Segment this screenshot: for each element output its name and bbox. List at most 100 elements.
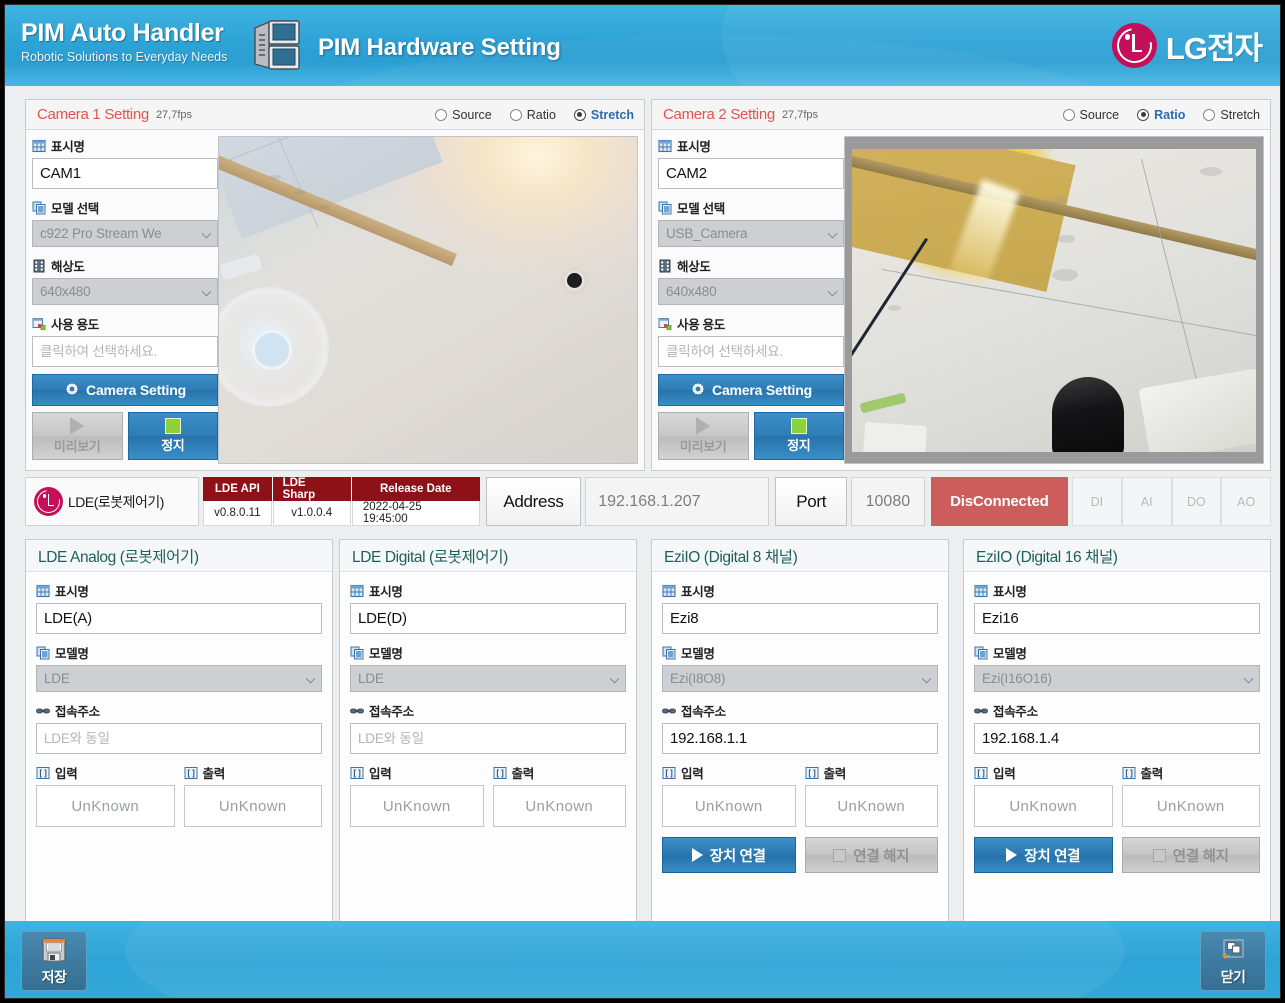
- camera-2-purpose-input[interactable]: 클릭하여 선택하세요.: [658, 336, 844, 367]
- camera-1-display-name-input[interactable]: CAM1: [32, 158, 218, 189]
- eziio-16-input-value: UnKnown: [974, 785, 1113, 827]
- camera-1-purpose-input[interactable]: 클릭하여 선택하세요.: [32, 336, 218, 367]
- eziio-8-address-input[interactable]: 192.168.1.1: [662, 723, 938, 754]
- brand-subtitle: Robotic Solutions to Everyday Needs: [21, 50, 228, 64]
- ai-button[interactable]: AI: [1121, 477, 1172, 526]
- brackets-icon: []: [1122, 766, 1135, 779]
- camera-2-video-frame: [852, 148, 1256, 452]
- button-label: 장치 연결: [1024, 848, 1081, 865]
- radio-label: Stretch: [590, 107, 634, 122]
- copy-icon: [32, 201, 46, 214]
- camera-2-stop-button[interactable]: 정지: [753, 412, 844, 460]
- eziio-16-disconnect-button[interactable]: 연결 해지: [1121, 837, 1260, 873]
- ceiling-sensor: [567, 273, 582, 288]
- chevron-down-icon: [609, 673, 620, 684]
- camera-1-panel: Camera 1 Setting 27,7fps Source Ratio St…: [25, 99, 645, 471]
- eziio-8-display-name-input[interactable]: Ezi8: [662, 603, 938, 634]
- camera-1-setting-button[interactable]: Camera Setting: [32, 374, 218, 406]
- eziio-16-title: EziIO (Digital 16 채널): [964, 540, 1270, 572]
- camera-2-preview[interactable]: [844, 136, 1264, 464]
- lde-digital-io-values: UnKnown UnKnown: [350, 785, 626, 827]
- lde-analog-display-name-input[interactable]: LDE(A): [36, 603, 322, 634]
- eziio-8-disconnect-button[interactable]: 연결 해지: [804, 837, 938, 873]
- eziio-8-connect-button[interactable]: 장치 연결: [662, 837, 796, 873]
- connection-status-button[interactable]: DisConnected: [930, 477, 1069, 526]
- camera-2-form: 표시명 CAM2 모델 선택 USB_Camera 해상도 640x480 사용…: [658, 136, 844, 460]
- eziio-16-model-select[interactable]: Ezi(I16O16): [974, 665, 1260, 692]
- camera-2-model-select[interactable]: USB_Camera: [658, 220, 844, 247]
- camera-2-display-name-input[interactable]: CAM2: [658, 158, 844, 189]
- eziio-16-body: 표시명 Ezi16 모델명 Ezi(I16O16) 접속주소 192.168.1…: [964, 572, 1270, 873]
- lde-analog-address-input[interactable]: LDE와 동일: [36, 723, 322, 754]
- camera-2-radio-stretch[interactable]: Stretch: [1203, 108, 1260, 122]
- filmstrip-icon: [33, 259, 45, 272]
- camera-2-radio-ratio[interactable]: Ratio: [1137, 108, 1185, 122]
- address-button[interactable]: Address: [485, 477, 582, 526]
- eziio-8-model-select[interactable]: Ezi(I8O8): [662, 665, 938, 692]
- eziio-16-connect-button[interactable]: 장치 연결: [974, 837, 1113, 873]
- dark-object: [1052, 376, 1124, 452]
- di-button[interactable]: DI: [1072, 477, 1122, 526]
- select-value: USB_Camera: [666, 226, 748, 241]
- camera-1-resolution-select[interactable]: 640x480: [32, 278, 218, 305]
- lde-digital-io-labels: [] 입력 [] 출력: [350, 763, 626, 785]
- label-text: 입력: [369, 767, 392, 781]
- radio-label: Ratio: [1154, 107, 1186, 122]
- eziio-16-output-value: UnKnown: [1121, 785, 1260, 827]
- fan-neck: [219, 253, 263, 281]
- lde-analog-output-label: [] 출력: [184, 763, 323, 782]
- camera-2-display-name-label: 표시명: [658, 136, 844, 155]
- camera-1-model-select[interactable]: c922 Pro Stream We: [32, 220, 218, 247]
- gear-icon: [692, 383, 704, 395]
- brand-block: PIM Auto Handler Robotic Solutions to Ev…: [21, 21, 227, 64]
- save-button[interactable]: 저장: [21, 931, 87, 991]
- address-value[interactable]: 192.168.1.207: [585, 477, 770, 526]
- ao-button[interactable]: AO: [1221, 477, 1272, 526]
- lde-digital-model-select[interactable]: LDE: [350, 665, 626, 692]
- eziio-16-address-input[interactable]: 192.168.1.4: [974, 723, 1260, 754]
- radio-label: Source: [452, 107, 492, 122]
- lde-status-bar: LDE(로봇제어기) LDE API v0.8.0.11 LDE Sharp v…: [25, 477, 1272, 526]
- link-icon: [974, 708, 988, 713]
- app-header: PIM Auto Handler Robotic Solutions to Ev…: [5, 5, 1280, 86]
- camera-2-preview-button[interactable]: 미리보기: [658, 412, 749, 460]
- camera-1-header: Camera 1 Setting 27,7fps Source Ratio St…: [26, 100, 644, 130]
- column-header: LDE Sharp: [272, 477, 351, 501]
- link-icon: [662, 708, 676, 713]
- white-equipment-left: [862, 421, 928, 452]
- camera-1-radio-stretch[interactable]: Stretch: [573, 107, 634, 122]
- close-button[interactable]: 닫기: [1200, 931, 1266, 991]
- lde-analog-body: 표시명 LDE(A) 모델명 LDE 접속주소 LDE와 동일 [] 입력 []…: [26, 572, 332, 827]
- camera-1-radio-ratio[interactable]: Ratio: [509, 108, 556, 122]
- camera-1-preview[interactable]: [218, 136, 638, 464]
- label-text: 모델명: [993, 647, 1027, 661]
- camera-2-resolution-label: 해상도: [658, 256, 844, 275]
- label-text: 표시명: [51, 140, 85, 154]
- camera-2-model-label: 모델 선택: [658, 198, 844, 217]
- button-label: 장치 연결: [709, 848, 766, 865]
- copy-icon: [658, 201, 672, 214]
- port-value[interactable]: 10080: [851, 477, 925, 526]
- camera-2-resolution-select[interactable]: 640x480: [658, 278, 844, 305]
- camera-1-radio-source[interactable]: Source: [435, 108, 492, 122]
- camera-1-preview-button[interactable]: 미리보기: [32, 412, 123, 460]
- lde-analog-input-label: [] 입력: [36, 763, 175, 782]
- lde-digital-address-input[interactable]: LDE와 동일: [350, 723, 626, 754]
- brackets-icon: []: [36, 766, 50, 779]
- lde-analog-model-select[interactable]: LDE: [36, 665, 322, 692]
- svg-text:[]: []: [495, 769, 505, 779]
- table-icon: [32, 139, 46, 152]
- camera-2-radio-source[interactable]: Source: [1062, 108, 1119, 122]
- eziio-16-display-name-input[interactable]: Ezi16: [974, 603, 1260, 634]
- camera-2-setting-button[interactable]: Camera Setting: [658, 374, 844, 406]
- do-button[interactable]: DO: [1171, 477, 1222, 526]
- window-add-icon: [658, 317, 672, 330]
- table-icon: [36, 584, 50, 597]
- lde-digital-display-name-input[interactable]: LDE(D): [350, 603, 626, 634]
- eziio-16-connect-row: 장치 연결 연결 해지: [974, 837, 1260, 873]
- camera-1-title: Camera 1 Setting: [37, 106, 149, 123]
- camera-1-stop-button[interactable]: 정지: [127, 412, 218, 460]
- copy-icon: [974, 646, 988, 659]
- app-footer: 저장 닫기: [5, 921, 1280, 998]
- port-button[interactable]: Port: [775, 477, 847, 526]
